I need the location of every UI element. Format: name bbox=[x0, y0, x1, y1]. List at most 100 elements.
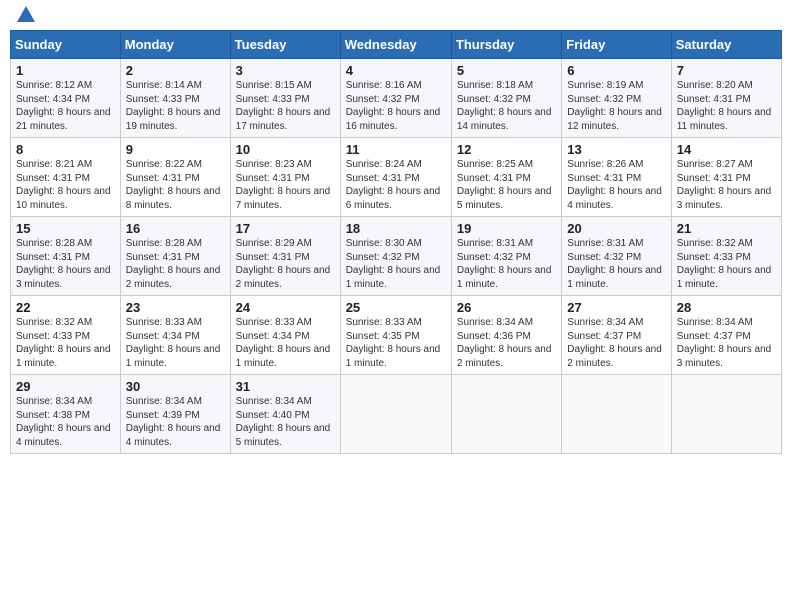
day-number: 1 bbox=[16, 63, 115, 78]
calendar-cell: 4Sunrise: 8:16 AM Sunset: 4:32 PM Daylig… bbox=[340, 59, 451, 138]
cell-details: Sunrise: 8:31 AM Sunset: 4:32 PM Dayligh… bbox=[567, 237, 665, 291]
cell-details: Sunrise: 8:21 AM Sunset: 4:31 PM Dayligh… bbox=[16, 158, 115, 212]
calendar-cell bbox=[340, 375, 451, 454]
cell-details: Sunrise: 8:16 AM Sunset: 4:32 PM Dayligh… bbox=[346, 79, 446, 133]
day-number: 23 bbox=[126, 300, 225, 315]
calendar-cell: 15Sunrise: 8:28 AM Sunset: 4:31 PM Dayli… bbox=[11, 217, 121, 296]
cell-details: Sunrise: 8:15 AM Sunset: 4:33 PM Dayligh… bbox=[236, 79, 335, 133]
day-of-week-header: Wednesday bbox=[340, 31, 451, 59]
calendar-week-row: 1Sunrise: 8:12 AM Sunset: 4:34 PM Daylig… bbox=[11, 59, 782, 138]
day-number: 18 bbox=[346, 221, 446, 236]
page-header bbox=[10, 10, 782, 22]
calendar-header-row: SundayMondayTuesdayWednesdayThursdayFrid… bbox=[11, 31, 782, 59]
calendar-cell: 16Sunrise: 8:28 AM Sunset: 4:31 PM Dayli… bbox=[120, 217, 230, 296]
cell-details: Sunrise: 8:22 AM Sunset: 4:31 PM Dayligh… bbox=[126, 158, 225, 212]
day-number: 5 bbox=[457, 63, 556, 78]
calendar-cell: 20Sunrise: 8:31 AM Sunset: 4:32 PM Dayli… bbox=[562, 217, 671, 296]
calendar-cell: 6Sunrise: 8:19 AM Sunset: 4:32 PM Daylig… bbox=[562, 59, 671, 138]
day-number: 15 bbox=[16, 221, 115, 236]
cell-details: Sunrise: 8:34 AM Sunset: 4:37 PM Dayligh… bbox=[677, 316, 776, 370]
calendar-cell: 23Sunrise: 8:33 AM Sunset: 4:34 PM Dayli… bbox=[120, 296, 230, 375]
day-number: 24 bbox=[236, 300, 335, 315]
day-number: 16 bbox=[126, 221, 225, 236]
calendar-cell: 13Sunrise: 8:26 AM Sunset: 4:31 PM Dayli… bbox=[562, 138, 671, 217]
calendar-cell: 11Sunrise: 8:24 AM Sunset: 4:31 PM Dayli… bbox=[340, 138, 451, 217]
calendar-week-row: 22Sunrise: 8:32 AM Sunset: 4:33 PM Dayli… bbox=[11, 296, 782, 375]
day-number: 12 bbox=[457, 142, 556, 157]
calendar-cell: 1Sunrise: 8:12 AM Sunset: 4:34 PM Daylig… bbox=[11, 59, 121, 138]
calendar-week-row: 15Sunrise: 8:28 AM Sunset: 4:31 PM Dayli… bbox=[11, 217, 782, 296]
calendar-cell: 18Sunrise: 8:30 AM Sunset: 4:32 PM Dayli… bbox=[340, 217, 451, 296]
cell-details: Sunrise: 8:23 AM Sunset: 4:31 PM Dayligh… bbox=[236, 158, 335, 212]
calendar-cell: 26Sunrise: 8:34 AM Sunset: 4:36 PM Dayli… bbox=[451, 296, 561, 375]
calendar-cell bbox=[671, 375, 781, 454]
cell-details: Sunrise: 8:19 AM Sunset: 4:32 PM Dayligh… bbox=[567, 79, 665, 133]
calendar-cell: 7Sunrise: 8:20 AM Sunset: 4:31 PM Daylig… bbox=[671, 59, 781, 138]
day-number: 2 bbox=[126, 63, 225, 78]
calendar-cell: 24Sunrise: 8:33 AM Sunset: 4:34 PM Dayli… bbox=[230, 296, 340, 375]
day-of-week-header: Saturday bbox=[671, 31, 781, 59]
calendar-cell: 10Sunrise: 8:23 AM Sunset: 4:31 PM Dayli… bbox=[230, 138, 340, 217]
cell-details: Sunrise: 8:32 AM Sunset: 4:33 PM Dayligh… bbox=[16, 316, 115, 370]
day-number: 19 bbox=[457, 221, 556, 236]
day-number: 28 bbox=[677, 300, 776, 315]
cell-details: Sunrise: 8:30 AM Sunset: 4:32 PM Dayligh… bbox=[346, 237, 446, 291]
cell-details: Sunrise: 8:32 AM Sunset: 4:33 PM Dayligh… bbox=[677, 237, 776, 291]
cell-details: Sunrise: 8:34 AM Sunset: 4:40 PM Dayligh… bbox=[236, 395, 335, 449]
day-number: 6 bbox=[567, 63, 665, 78]
calendar-cell: 17Sunrise: 8:29 AM Sunset: 4:31 PM Dayli… bbox=[230, 217, 340, 296]
calendar-week-row: 8Sunrise: 8:21 AM Sunset: 4:31 PM Daylig… bbox=[11, 138, 782, 217]
day-number: 26 bbox=[457, 300, 556, 315]
cell-details: Sunrise: 8:24 AM Sunset: 4:31 PM Dayligh… bbox=[346, 158, 446, 212]
calendar-cell: 19Sunrise: 8:31 AM Sunset: 4:32 PM Dayli… bbox=[451, 217, 561, 296]
cell-details: Sunrise: 8:34 AM Sunset: 4:37 PM Dayligh… bbox=[567, 316, 665, 370]
day-number: 4 bbox=[346, 63, 446, 78]
day-of-week-header: Monday bbox=[120, 31, 230, 59]
day-of-week-header: Friday bbox=[562, 31, 671, 59]
day-number: 17 bbox=[236, 221, 335, 236]
logo bbox=[14, 10, 35, 22]
cell-details: Sunrise: 8:34 AM Sunset: 4:36 PM Dayligh… bbox=[457, 316, 556, 370]
day-number: 27 bbox=[567, 300, 665, 315]
cell-details: Sunrise: 8:12 AM Sunset: 4:34 PM Dayligh… bbox=[16, 79, 115, 133]
day-number: 7 bbox=[677, 63, 776, 78]
calendar-table: SundayMondayTuesdayWednesdayThursdayFrid… bbox=[10, 30, 782, 454]
calendar-cell: 29Sunrise: 8:34 AM Sunset: 4:38 PM Dayli… bbox=[11, 375, 121, 454]
day-number: 9 bbox=[126, 142, 225, 157]
calendar-cell: 2Sunrise: 8:14 AM Sunset: 4:33 PM Daylig… bbox=[120, 59, 230, 138]
cell-details: Sunrise: 8:29 AM Sunset: 4:31 PM Dayligh… bbox=[236, 237, 335, 291]
day-number: 10 bbox=[236, 142, 335, 157]
calendar-cell: 31Sunrise: 8:34 AM Sunset: 4:40 PM Dayli… bbox=[230, 375, 340, 454]
day-number: 20 bbox=[567, 221, 665, 236]
day-number: 3 bbox=[236, 63, 335, 78]
calendar-cell bbox=[451, 375, 561, 454]
day-number: 31 bbox=[236, 379, 335, 394]
cell-details: Sunrise: 8:20 AM Sunset: 4:31 PM Dayligh… bbox=[677, 79, 776, 133]
cell-details: Sunrise: 8:33 AM Sunset: 4:35 PM Dayligh… bbox=[346, 316, 446, 370]
calendar-cell bbox=[562, 375, 671, 454]
calendar-cell: 8Sunrise: 8:21 AM Sunset: 4:31 PM Daylig… bbox=[11, 138, 121, 217]
day-of-week-header: Tuesday bbox=[230, 31, 340, 59]
day-number: 30 bbox=[126, 379, 225, 394]
calendar-cell: 12Sunrise: 8:25 AM Sunset: 4:31 PM Dayli… bbox=[451, 138, 561, 217]
day-of-week-header: Thursday bbox=[451, 31, 561, 59]
day-number: 11 bbox=[346, 142, 446, 157]
calendar-cell: 21Sunrise: 8:32 AM Sunset: 4:33 PM Dayli… bbox=[671, 217, 781, 296]
cell-details: Sunrise: 8:33 AM Sunset: 4:34 PM Dayligh… bbox=[126, 316, 225, 370]
calendar-week-row: 29Sunrise: 8:34 AM Sunset: 4:38 PM Dayli… bbox=[11, 375, 782, 454]
day-of-week-header: Sunday bbox=[11, 31, 121, 59]
day-number: 14 bbox=[677, 142, 776, 157]
cell-details: Sunrise: 8:25 AM Sunset: 4:31 PM Dayligh… bbox=[457, 158, 556, 212]
cell-details: Sunrise: 8:18 AM Sunset: 4:32 PM Dayligh… bbox=[457, 79, 556, 133]
cell-details: Sunrise: 8:34 AM Sunset: 4:39 PM Dayligh… bbox=[126, 395, 225, 449]
cell-details: Sunrise: 8:27 AM Sunset: 4:31 PM Dayligh… bbox=[677, 158, 776, 212]
day-number: 21 bbox=[677, 221, 776, 236]
cell-details: Sunrise: 8:28 AM Sunset: 4:31 PM Dayligh… bbox=[16, 237, 115, 291]
calendar-cell: 27Sunrise: 8:34 AM Sunset: 4:37 PM Dayli… bbox=[562, 296, 671, 375]
calendar-cell: 3Sunrise: 8:15 AM Sunset: 4:33 PM Daylig… bbox=[230, 59, 340, 138]
day-number: 29 bbox=[16, 379, 115, 394]
day-number: 8 bbox=[16, 142, 115, 157]
cell-details: Sunrise: 8:28 AM Sunset: 4:31 PM Dayligh… bbox=[126, 237, 225, 291]
cell-details: Sunrise: 8:26 AM Sunset: 4:31 PM Dayligh… bbox=[567, 158, 665, 212]
calendar-cell: 22Sunrise: 8:32 AM Sunset: 4:33 PM Dayli… bbox=[11, 296, 121, 375]
